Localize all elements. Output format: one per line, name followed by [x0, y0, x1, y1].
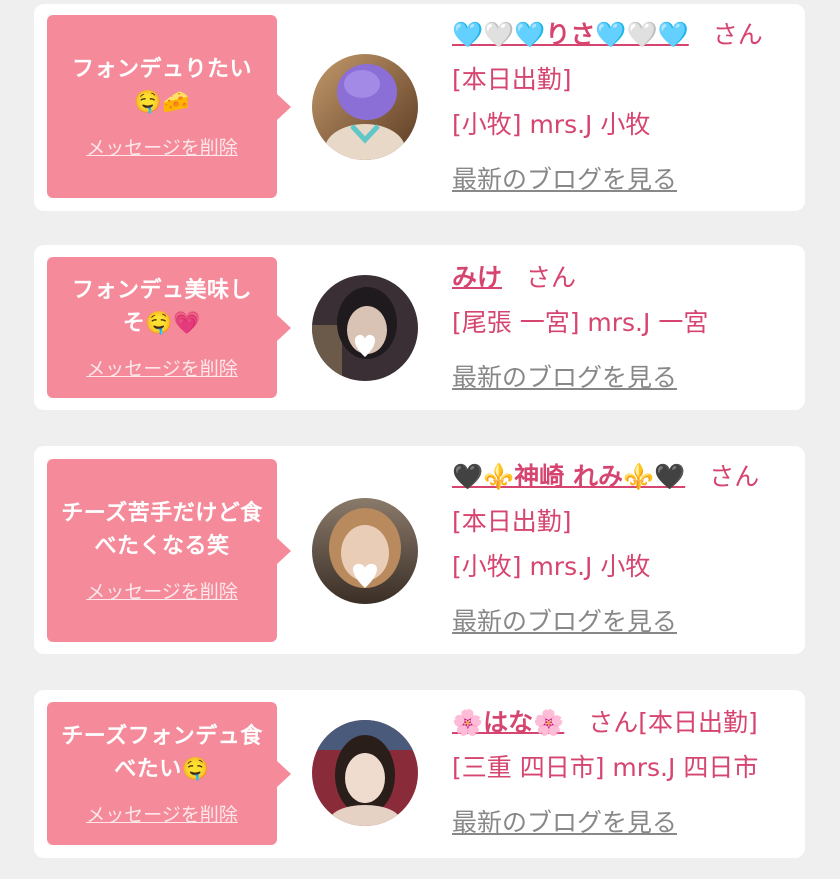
message-bubble: チーズフォンデュ食べたい🤤 メッセージを削除 — [47, 702, 291, 845]
honorific: さん — [588, 708, 639, 737]
profile-photo-icon — [312, 498, 418, 604]
cast-info: 🩵🤍🩵りさ🩵🤍🩵 さん [本日出勤] [小牧] mrs.J 小牧 最新のブログを見る — [452, 12, 792, 202]
cast-name-link[interactable]: 🩵🤍🩵りさ🩵🤍🩵 — [452, 20, 689, 49]
store-name: [三重 四日市] mrs.J 四日市 — [452, 753, 759, 782]
cast-info: 🖤⚜️神崎 れみ⚜️🖤 さん [本日出勤] [小牧] mrs.J 小牧 最新のブログ… — [452, 454, 792, 644]
latest-blog-link[interactable]: 最新のブログを見る — [452, 157, 677, 202]
cast-name-line: 🩵🤍🩵りさ🩵🤍🩵 さん [本日出勤] — [452, 12, 792, 102]
store-name: [小牧] mrs.J 小牧 — [452, 110, 651, 139]
latest-blog-link[interactable]: 最新のブログを見る — [452, 599, 677, 644]
message-card: チーズ苦手だけど食べたくなる笑 メッセージを削除 🖤⚜️神崎 れみ⚜️🖤 さん [本… — [34, 446, 805, 654]
delete-message-link[interactable]: メッセージを削除 — [86, 800, 238, 827]
message-bubble: フォンデュ美味しそ🤤💗 メッセージを削除 — [47, 257, 291, 398]
status-badge: [本日出勤] — [638, 708, 758, 737]
avatar[interactable] — [312, 54, 418, 160]
profile-photo-icon — [312, 720, 418, 826]
status-badge: [本日出勤] — [452, 65, 572, 94]
message-text: フォンデュりたい🤤🧀 — [71, 57, 252, 115]
cast-name-line: みけ さん — [452, 255, 792, 300]
cast-info: みけ さん [尾張 一宮] mrs.J 一宮 最新のブログを見る — [452, 255, 792, 400]
delete-message-link[interactable]: メッセージを削除 — [86, 577, 238, 604]
message-bubble: フォンデュりたい🤤🧀 メッセージを削除 — [47, 15, 291, 198]
message-card: フォンデュ美味しそ🤤💗 メッセージを削除 みけ さん [尾張 一宮] mrs.J … — [34, 245, 805, 410]
latest-blog-link[interactable]: 最新のブログを見る — [452, 800, 677, 845]
honorific: さん — [526, 263, 577, 292]
message-text: チーズフォンデュ食べたい🤤 — [61, 724, 263, 782]
cast-name-link[interactable]: 🌸はな🌸 — [452, 708, 564, 737]
message-list: フォンデュりたい🤤🧀 メッセージを削除 🩵🤍🩵りさ🩵🤍🩵 さん[本日出勤] [小… — [0, 0, 840, 879]
message-card: チーズフォンデュ食べたい🤤 メッセージを削除 🌸はな🌸 さん[本日出勤] [三重 … — [34, 690, 805, 858]
message-text: フォンデュ美味しそ🤤💗 — [71, 278, 252, 336]
store-name: [小牧] mrs.J 小牧 — [452, 552, 651, 581]
cast-name-line: 🖤⚜️神崎 れみ⚜️🖤 さん [本日出勤] — [452, 454, 792, 544]
status-badge: [本日出勤] — [452, 507, 572, 536]
delete-message-link[interactable]: メッセージを削除 — [86, 354, 238, 381]
latest-blog-link[interactable]: 最新のブログを見る — [452, 355, 677, 400]
cast-name-link[interactable]: みけ — [452, 263, 502, 292]
cast-name-link[interactable]: 🖤⚜️神崎 れみ⚜️🖤 — [452, 462, 685, 491]
delete-message-link[interactable]: メッセージを削除 — [86, 133, 238, 160]
avatar[interactable] — [312, 720, 418, 826]
profile-photo-icon — [312, 54, 418, 160]
avatar[interactable] — [312, 275, 418, 381]
honorific: さん — [712, 20, 763, 49]
profile-photo-icon — [312, 275, 418, 381]
honorific: さん — [709, 462, 760, 491]
store-name: [尾張 一宮] mrs.J 一宮 — [452, 308, 709, 337]
cast-info: 🌸はな🌸 さん[本日出勤] [三重 四日市] mrs.J 四日市 最新のブログを見… — [452, 700, 792, 845]
message-text: チーズ苦手だけど食べたくなる笑 — [61, 501, 263, 559]
avatar[interactable] — [312, 498, 418, 604]
message-bubble: チーズ苦手だけど食べたくなる笑 メッセージを削除 — [47, 459, 291, 642]
cast-name-line: 🌸はな🌸 さん[本日出勤] — [452, 700, 792, 745]
message-card: フォンデュりたい🤤🧀 メッセージを削除 🩵🤍🩵りさ🩵🤍🩵 さん [本日出勤] [小… — [34, 4, 805, 211]
